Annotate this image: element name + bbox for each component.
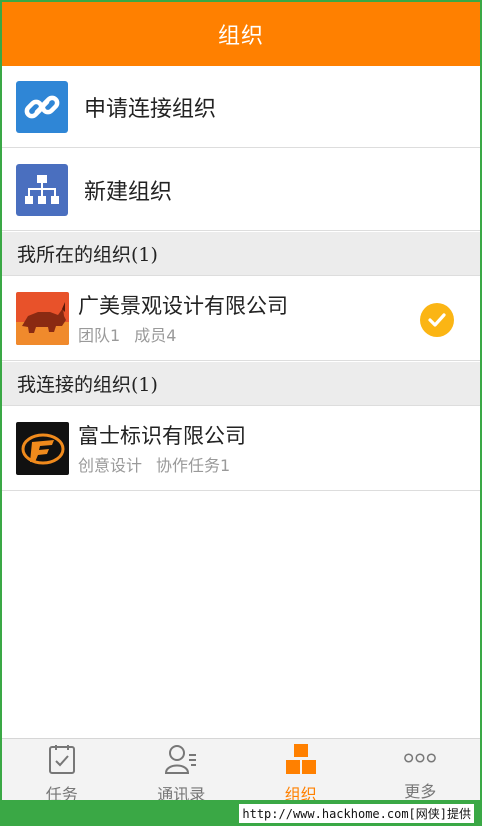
- org-list-item[interactable]: 富士标识有限公司 创意设计 协作任务1: [2, 407, 480, 491]
- link-icon: [16, 80, 68, 133]
- org-info: 广美景观设计有限公司 团队1 成员4: [78, 292, 288, 346]
- section-header-my-orgs: 我所在的组织(1): [2, 232, 480, 276]
- selected-check-icon: [420, 303, 454, 337]
- new-org-button[interactable]: 新建组织: [2, 149, 480, 231]
- org-logo-rhino: [16, 292, 69, 345]
- tab-tasks[interactable]: 任务: [2, 739, 122, 804]
- app-frame: 组织 申请连接组织 新建组织 我所在的组织(1) 广美景观设计有限公司 团队1 …: [0, 0, 482, 826]
- org-meta: 团队1 成员4: [78, 322, 288, 346]
- org-chart-icon: [16, 163, 68, 216]
- org-category: 创意设计: [78, 455, 143, 475]
- contacts-icon: [164, 743, 198, 775]
- more-icon: [403, 743, 437, 772]
- tab-more[interactable]: 更多: [361, 739, 481, 802]
- org-name: 广美景观设计有限公司: [78, 293, 288, 318]
- header-bar: 组织: [2, 2, 480, 66]
- tab-organization[interactable]: 组织: [241, 739, 361, 804]
- org-meta: 创意设计 协作任务1: [78, 452, 246, 476]
- apply-connect-org-button[interactable]: 申请连接组织: [2, 66, 480, 148]
- new-org-label: 新建组织: [84, 179, 173, 205]
- org-info: 富士标识有限公司 创意设计 协作任务1: [78, 422, 246, 476]
- organization-icon: [284, 743, 318, 775]
- org-logo-fuji: [16, 422, 69, 475]
- tab-contacts[interactable]: 通讯录: [122, 739, 242, 804]
- page-title: 组织: [217, 24, 264, 49]
- org-team-count: 团队1: [78, 325, 121, 345]
- apply-connect-org-label: 申请连接组织: [84, 96, 217, 122]
- section-title: 我所在的组织(1): [17, 244, 158, 266]
- section-header-connected-orgs: 我连接的组织(1): [2, 362, 480, 406]
- org-name: 富士标识有限公司: [78, 423, 246, 448]
- bottom-tab-bar: 任务 通讯录 组织 更多: [2, 738, 481, 804]
- watermark-text: http://www.hackhome.com[网侠]提供: [239, 803, 474, 823]
- org-list-item[interactable]: 广美景观设计有限公司 团队1 成员4: [2, 277, 480, 361]
- watermark-bar: http://www.hackhome.com[网侠]提供: [0, 800, 482, 826]
- task-icon: [45, 743, 79, 775]
- org-collab-task-count: 协作任务1: [156, 455, 231, 475]
- tab-label: 更多: [404, 782, 437, 801]
- section-title: 我连接的组织(1): [17, 374, 158, 396]
- org-member-count: 成员4: [134, 325, 177, 345]
